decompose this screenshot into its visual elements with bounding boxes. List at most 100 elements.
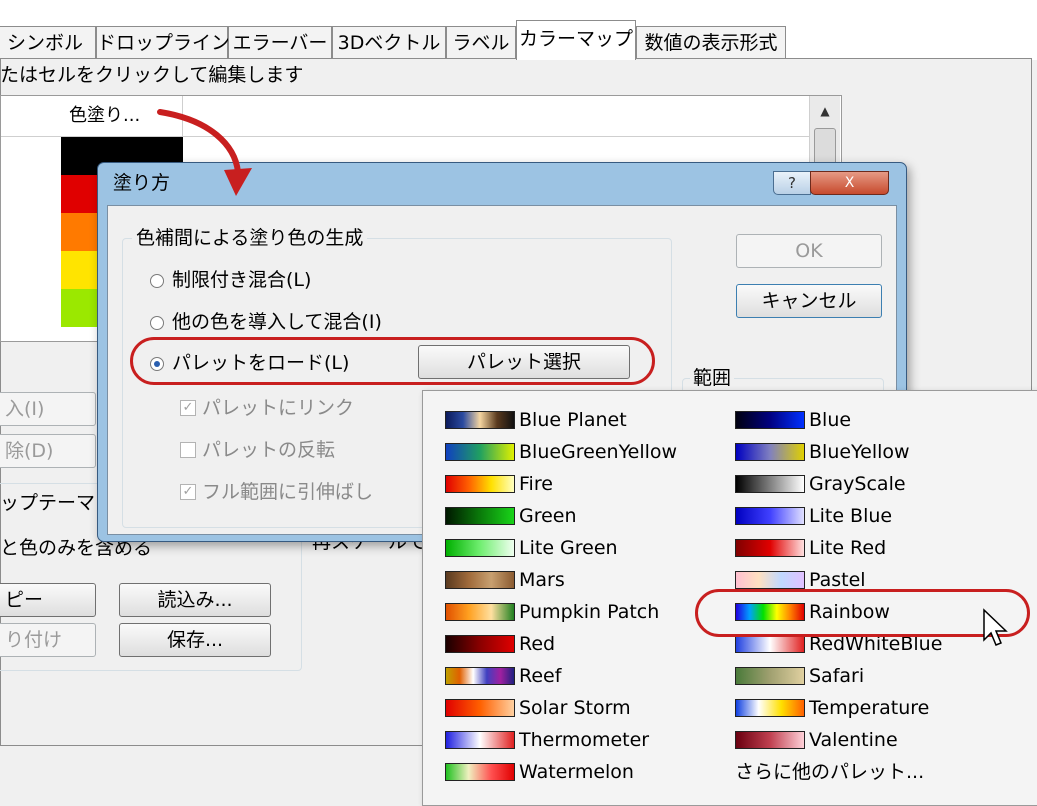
palette-label: Pumpkin Patch: [519, 601, 660, 623]
palette-swatch: [445, 603, 515, 621]
palette-label: Reef: [519, 665, 562, 687]
range-group-title: 範囲: [690, 366, 735, 390]
delete-button[interactable]: 除(D): [0, 434, 96, 468]
tab-3d-vector[interactable]: 3Dベクトル: [332, 26, 446, 59]
more-palettes-label: さらに他のパレット...: [735, 761, 925, 783]
palette-label: Blue: [809, 409, 852, 431]
palette-swatch: [735, 411, 805, 429]
tab-label[interactable]: ラベル: [446, 26, 516, 59]
tab-number-format[interactable]: 数値の表示形式: [636, 26, 786, 59]
palette-swatch: [735, 571, 805, 589]
palette-label: Blue Planet: [519, 409, 627, 431]
palette-swatch: [735, 635, 805, 653]
more-palettes-item[interactable]: さらに他のパレット...: [735, 758, 995, 786]
palette-label: Fire: [519, 473, 553, 495]
link-palette-checkbox[interactable]: ✓: [180, 400, 196, 416]
palette-item-thermometer[interactable]: Thermometer: [445, 726, 705, 754]
grid-header: 色塗り...: [1, 96, 809, 137]
fill-column-header[interactable]: 色塗り...: [61, 96, 183, 136]
radio-introduce-color-mix-label[interactable]: 他の色を導入して混合(I): [172, 310, 382, 334]
palette-item-blue[interactable]: Blue: [735, 406, 995, 434]
palette-swatch: [445, 731, 515, 749]
palette-label: Green: [519, 505, 577, 527]
palette-item-blue-planet[interactable]: Blue Planet: [445, 406, 705, 434]
palette-item-grayscale[interactable]: GrayScale: [735, 470, 995, 498]
palette-swatch: [735, 539, 805, 557]
tab-colormap[interactable]: カラーマップ: [516, 20, 636, 60]
radio-introduce-color-mix[interactable]: [150, 316, 164, 330]
palette-swatch: [735, 443, 805, 461]
paste-button[interactable]: り付け: [0, 623, 96, 657]
link-palette-label: パレットにリンク: [202, 397, 355, 419]
palette-item-red[interactable]: Red: [445, 630, 705, 658]
palette-swatch: [735, 667, 805, 685]
palette-item-temperature[interactable]: Temperature: [735, 694, 995, 722]
palette-label: BlueGreenYellow: [519, 441, 678, 463]
interpolation-group-title: 色補間による塗り色の生成: [132, 226, 368, 250]
palette-label: Lite Red: [809, 537, 887, 559]
palette-swatch: [735, 731, 805, 749]
palette-item-pumpkin-patch[interactable]: Pumpkin Patch: [445, 598, 705, 626]
palette-label: Safari: [809, 665, 865, 687]
palette-label: Temperature: [809, 697, 930, 719]
palette-item-lite-red[interactable]: Lite Red: [735, 534, 995, 562]
palette-swatch: [445, 539, 515, 557]
palette-label: Valentine: [809, 729, 898, 751]
load-button[interactable]: 読込み...: [119, 583, 271, 617]
theme-group-label: ップテーマ: [0, 492, 96, 514]
palette-swatch: [445, 507, 515, 525]
palette-swatch: [445, 411, 515, 429]
palette-item-lite-blue[interactable]: Lite Blue: [735, 502, 995, 530]
hint-text: たはセルをクリックして編集します: [0, 64, 304, 86]
help-icon[interactable]: ?: [773, 171, 811, 195]
reverse-palette-checkbox[interactable]: [180, 442, 196, 458]
annotation-oval-rainbow: [695, 589, 1030, 637]
palette-label: Solar Storm: [519, 697, 631, 719]
tab-dropline[interactable]: ドロップライン: [96, 26, 230, 59]
palette-swatch: [445, 699, 515, 717]
palette-swatch: [445, 571, 515, 589]
ok-button[interactable]: OK: [736, 234, 882, 268]
palette-swatch: [735, 699, 805, 717]
stretch-full-range-checkbox[interactable]: ✓: [180, 484, 196, 500]
palette-item-valentine[interactable]: Valentine: [735, 726, 995, 754]
palette-item-lite-green[interactable]: Lite Green: [445, 534, 705, 562]
scroll-up-arrow-icon[interactable]: ▲: [810, 96, 840, 126]
palette-label: GrayScale: [809, 473, 906, 495]
palette-swatch: [445, 475, 515, 493]
palette-item-bluegreenyellow[interactable]: BlueGreenYellow: [445, 438, 705, 466]
annotation-oval-load-palette: [130, 337, 655, 385]
palette-item-fire[interactable]: Fire: [445, 470, 705, 498]
palette-label: Watermelon: [519, 761, 634, 783]
palette-label: Lite Blue: [809, 505, 893, 527]
palette-label: Thermometer: [519, 729, 650, 751]
palette-swatch: [445, 763, 515, 781]
palette-item-reef[interactable]: Reef: [445, 662, 705, 690]
palette-swatch: [735, 507, 805, 525]
palette-label: Mars: [519, 569, 565, 591]
palette-swatch: [445, 635, 515, 653]
palette-item-solar-storm[interactable]: Solar Storm: [445, 694, 705, 722]
save-button[interactable]: 保存...: [119, 623, 271, 657]
close-icon[interactable]: X: [810, 171, 889, 195]
palette-item-safari[interactable]: Safari: [735, 662, 995, 690]
palette-item-blueyellow[interactable]: BlueYellow: [735, 438, 995, 466]
copy-button[interactable]: ピー: [0, 583, 96, 617]
insert-button[interactable]: 入(I): [0, 392, 96, 426]
palette-swatch: [445, 443, 515, 461]
cancel-button[interactable]: キャンセル: [736, 284, 882, 318]
palette-label: BlueYellow: [809, 441, 910, 463]
stretch-full-range-label: フル範囲に引伸ばし: [202, 481, 374, 503]
palette-swatch: [735, 475, 805, 493]
palette-swatch: [445, 667, 515, 685]
palette-label: Lite Green: [519, 537, 618, 559]
radio-limited-mix-label[interactable]: 制限付き混合(L): [172, 268, 311, 292]
tab-symbol[interactable]: シンボル: [0, 26, 96, 59]
tab-errorbar[interactable]: エラーバー: [228, 26, 332, 59]
palette-item-mars[interactable]: Mars: [445, 566, 705, 594]
palette-item-watermelon[interactable]: Watermelon: [445, 758, 705, 786]
palette-label: Red: [519, 633, 556, 655]
radio-limited-mix[interactable]: [150, 274, 164, 288]
palette-item-green[interactable]: Green: [445, 502, 705, 530]
dialog-title: 塗り方: [113, 172, 171, 194]
